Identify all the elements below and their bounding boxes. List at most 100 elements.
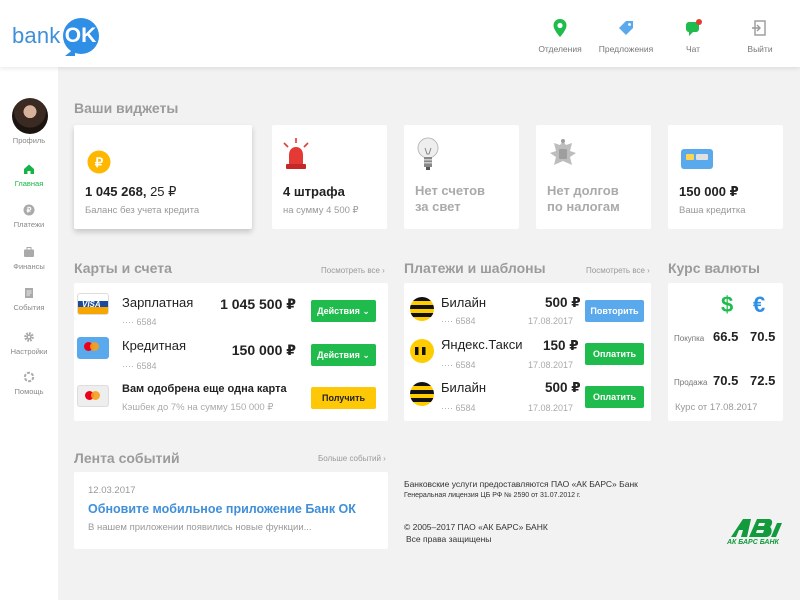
- get-card-button[interactable]: Получить: [311, 387, 376, 409]
- logo-text: bank: [12, 23, 61, 48]
- lightbulb-icon: [417, 137, 439, 170]
- account-number: ···· 6584: [122, 317, 157, 327]
- help-lifebuoy-icon: [23, 371, 35, 383]
- actions-label: Действия: [317, 350, 360, 360]
- chat-icon: [686, 19, 702, 36]
- accounts-see-all-link[interactable]: Посмотреть все ›: [321, 266, 385, 275]
- account-row-offer[interactable]: Вам одобрена еще одна карта Кэшбек до 7%…: [74, 377, 388, 420]
- dollar-icon: $: [721, 292, 734, 317]
- payment-date: 17.08.2017: [528, 403, 574, 413]
- actions-button[interactable]: Действия ⌄: [311, 344, 376, 366]
- actions-button[interactable]: Действия ⌄: [311, 300, 376, 322]
- svg-text:₽: ₽: [27, 206, 32, 215]
- see-all-label: Посмотреть все: [321, 266, 380, 275]
- chevron-down-icon: ⌄: [362, 305, 370, 316]
- siren-icon: [283, 138, 309, 169]
- sidebar-item-label: Главная: [14, 179, 44, 188]
- account-amount: 150 000 ₽: [231, 342, 296, 358]
- nav-offers-label: Предложения: [598, 44, 654, 54]
- rate-date: Курс от 17.08.2017: [675, 402, 758, 413]
- footer-license: Генеральная лицензия ЦБ РФ № 2590 от 31.…: [404, 492, 581, 499]
- payment-name: Билайн: [441, 380, 487, 395]
- accounts-card: VISA Зарплатная ···· 6584 1 045 500 ₽ Де…: [74, 283, 388, 421]
- widget-balance-caption: Баланс без учета кредита: [85, 205, 200, 216]
- payment-amount: 150 ₽: [543, 338, 579, 353]
- gear-icon: [24, 332, 34, 342]
- payment-number: ···· 6584: [441, 360, 476, 370]
- chevron-right-icon: ›: [383, 454, 386, 463]
- feed-headline[interactable]: Обновите мобильное приложение Банк ОК: [88, 502, 356, 516]
- payment-date: 17.08.2017: [528, 316, 574, 326]
- euro-icon: €: [753, 292, 766, 317]
- feed-date: 12.03.2017: [88, 485, 136, 496]
- pay-button[interactable]: Оплатить: [585, 343, 644, 365]
- ak-bars-logo: АК БАРС БАНК: [727, 518, 785, 550]
- account-row-credit[interactable]: Кредитная ···· 6584 150 000 ₽ Действия ⌄: [74, 333, 388, 376]
- widget-balance[interactable]: ₽ 1 045 268, 25 ₽ Баланс без учета креди…: [74, 125, 252, 229]
- feed-card[interactable]: 12.03.2017 Обновите мобильное приложение…: [74, 472, 388, 549]
- avatar[interactable]: [12, 98, 48, 134]
- payment-row[interactable]: Яндекс.Такси ···· 6584 150 ₽ 17.08.2017 …: [404, 333, 651, 376]
- nav-logout[interactable]: Выйти: [725, 18, 795, 54]
- widget-taxes[interactable]: Нет долгов по налогам: [536, 125, 651, 229]
- balance-cents: 25 ₽: [150, 184, 177, 199]
- sidebar: Профиль Главная ₽ Платежи Финансы Событи…: [0, 67, 58, 600]
- sidebar-item-help[interactable]: Помощь: [0, 371, 58, 396]
- payment-date: 17.08.2017: [528, 360, 574, 370]
- mastercard-card-icon: [77, 337, 109, 359]
- logout-icon: [752, 20, 766, 36]
- pay-button[interactable]: Оплатить: [585, 386, 644, 408]
- taxes-line2: по налогам: [547, 199, 620, 214]
- more-label: Больше событий: [318, 454, 381, 463]
- feed-title: Лента событий: [74, 450, 180, 466]
- top-bar: bank OK Отделения Предложения Чат Выйти: [0, 0, 800, 67]
- payment-row[interactable]: Билайн ···· 6584 500 ₽ 17.08.2017 Оплати…: [404, 377, 651, 420]
- sidebar-item-label: Помощь: [14, 387, 44, 396]
- home-icon: [24, 164, 34, 174]
- feed-more-link[interactable]: Больше событий ›: [318, 454, 386, 463]
- sell-label: Продажа: [674, 378, 708, 387]
- nav-chat[interactable]: Чат: [658, 18, 728, 54]
- sidebar-item-profile[interactable]: Профиль: [0, 136, 58, 145]
- account-name: Кредитная: [122, 338, 186, 353]
- credit-card-icon: [681, 149, 713, 169]
- nav-logout-label: Выйти: [747, 44, 773, 54]
- location-pin-icon: [553, 19, 567, 37]
- widget-fines-value: 4 штрафа: [283, 184, 345, 199]
- sidebar-item-home[interactable]: Главная: [0, 163, 58, 188]
- payments-see-all-link[interactable]: Посмотреть все ›: [586, 266, 650, 275]
- bank-ok-logo[interactable]: bank OK: [12, 16, 99, 56]
- nav-branches[interactable]: Отделения: [525, 18, 595, 54]
- footer-rights: Все права защищены: [406, 534, 492, 544]
- footer-copyright: © 2005–2017 ПАО «АК БАРС» БАНК: [404, 522, 548, 532]
- sidebar-item-settings[interactable]: Настройки: [0, 331, 58, 356]
- taxi-icon: [410, 339, 434, 363]
- payment-row[interactable]: Билайн ···· 6584 500 ₽ 17.08.2017 Повтор…: [404, 289, 651, 332]
- account-row-salary[interactable]: VISA Зарплатная ···· 6584 1 045 500 ₽ Де…: [74, 289, 388, 332]
- tag-icon: [619, 21, 633, 35]
- sidebar-item-events[interactable]: События: [0, 287, 58, 312]
- svg-text:₽: ₽: [95, 155, 104, 170]
- mastercard-card-icon: [77, 385, 109, 407]
- actions-label: Действия: [317, 306, 360, 316]
- chevron-right-icon: ›: [647, 266, 650, 275]
- sidebar-item-finance[interactable]: Финансы: [0, 246, 58, 271]
- sidebar-item-label: Настройки: [10, 347, 48, 356]
- beeline-icon: [410, 297, 434, 321]
- sidebar-item-payments[interactable]: ₽ Платежи: [0, 204, 58, 229]
- nav-offers[interactable]: Предложения: [591, 18, 661, 54]
- taxes-line1: Нет долгов: [547, 183, 619, 198]
- document-icon: [25, 288, 33, 298]
- repeat-button[interactable]: Повторить: [585, 300, 644, 322]
- widget-taxes-value: Нет долгов по налогам: [547, 183, 620, 215]
- sell-eur-rate: 72.5: [750, 373, 776, 388]
- widget-electricity[interactable]: Нет счетов за свет: [404, 125, 519, 229]
- briefcase-icon: [24, 247, 34, 257]
- sidebar-item-label: Профиль: [12, 136, 46, 145]
- widget-credit-card[interactable]: 150 000 ₽ Ваша кредитка: [668, 125, 783, 229]
- see-all-label: Посмотреть все: [586, 266, 645, 275]
- chevron-down-icon: ⌄: [362, 349, 370, 360]
- payments-title: Платежи и шаблоны: [404, 260, 546, 276]
- payment-amount: 500 ₽: [545, 295, 581, 310]
- widget-fines[interactable]: 4 штрафа на сумму 4 500 ₽: [272, 125, 387, 229]
